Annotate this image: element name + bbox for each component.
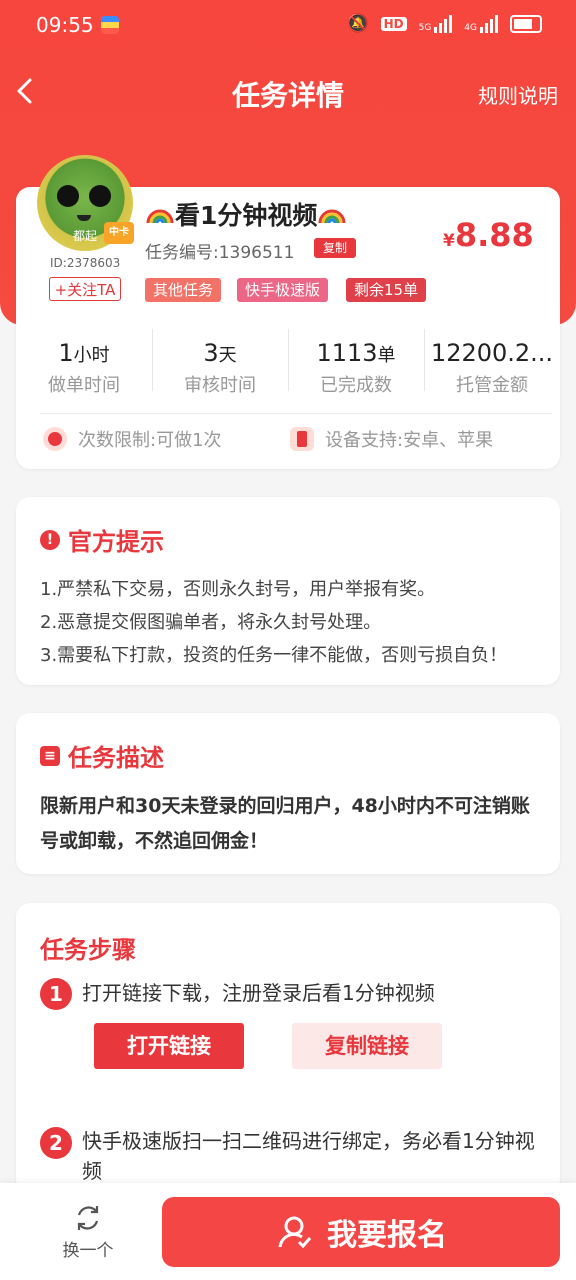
- task-stats: 1小时 做单时间 3天 审核时间 1113单 已完成数 12200.2... 托…: [16, 325, 560, 405]
- stat-escrow-amount: 12200.2... 托管金额: [424, 325, 560, 405]
- task-description-text: 限新用户和30天未登录的回归用户，48小时内不可注销账号或卸载，不然追回佣金！: [40, 795, 530, 852]
- avatar-mouth: [77, 215, 91, 221]
- user-check-icon: [278, 1216, 312, 1249]
- status-bar: 09:55 🔕 HD 5G 4G: [0, 0, 576, 52]
- official-tips-title: ! 官方提示: [40, 522, 164, 557]
- stat-completed: 1113单 已完成数: [288, 325, 424, 405]
- task-steps-title: 任务步骤: [40, 936, 136, 964]
- refresh-icon: [73, 1203, 103, 1233]
- stat-label: 做单时间: [48, 375, 120, 396]
- category-tag: 其他任务: [145, 278, 222, 302]
- tip-item: 2.恶意提交假图骗单者，将永久封号处理。: [40, 612, 382, 633]
- stat-unit: 天: [218, 345, 237, 366]
- device-support-text: 设备支持:安卓、苹果: [325, 430, 494, 451]
- stat-review-time: 3天 审核时间: [152, 325, 288, 405]
- task-title-text: 看1分钟视频: [175, 201, 318, 230]
- net-label-4g: 4G: [464, 23, 477, 33]
- battery-icon: [510, 15, 542, 33]
- price-currency: ¥: [443, 231, 455, 251]
- signal-5g-icon: 5G: [419, 15, 453, 33]
- stat-label: 审核时间: [184, 375, 256, 396]
- step-text: 打开链接下载，注册登录后看1分钟视频: [82, 981, 435, 1005]
- official-tips-list: 1.严禁私下交易，否则永久封号，用户举报有奖。 2.恶意提交假图骗单者，将永久封…: [40, 573, 507, 672]
- platform-tag: 快手极速版: [237, 278, 329, 302]
- avatar-tag: 都起: [73, 229, 98, 243]
- stat-unit: 单: [377, 345, 396, 366]
- stat-unit: 小时: [73, 345, 110, 366]
- stat-value: 12200.2...: [430, 339, 554, 367]
- stat-label: 托管金额: [456, 375, 528, 396]
- app-notification-icon: [101, 16, 119, 34]
- avatar-eye: [89, 185, 111, 207]
- count-limit: 次数限制:可做1次: [43, 426, 222, 452]
- stat-work-time: 1小时 做单时间: [16, 325, 152, 405]
- stat-value: 3: [203, 339, 219, 367]
- rainbow-icon: [318, 209, 346, 224]
- task-description-title: ≡ 任务描述: [40, 738, 164, 773]
- user-id: ID:2378603: [50, 256, 121, 270]
- mute-icon: 🔕: [346, 13, 369, 34]
- copy-link-button[interactable]: 复制链接: [292, 1023, 442, 1069]
- follow-button[interactable]: +关注TA: [49, 277, 121, 301]
- open-link-button[interactable]: 打开链接: [94, 1023, 244, 1069]
- step-number: 2: [40, 1127, 72, 1159]
- tip-item: 3.需要私下打款，投资的任务一律不能做，否则亏损自负！: [40, 645, 508, 666]
- rules-link[interactable]: 规则说明: [478, 80, 558, 109]
- rainbow-icon: [146, 209, 174, 224]
- phone-icon: [290, 427, 314, 451]
- task-number: 任务编号:1396511: [145, 243, 295, 263]
- signal-4g-icon: 4G: [464, 15, 498, 33]
- divider: [40, 413, 552, 414]
- step-text: 快手极速版扫一扫二维码进行绑定，务必看1分钟视频: [82, 1129, 535, 1183]
- stat-value: 1113: [316, 339, 378, 367]
- signup-label: 我要报名: [327, 1218, 447, 1253]
- alert-icon: !: [40, 529, 60, 550]
- net-label-5g: 5G: [418, 23, 432, 33]
- clock-icon: [43, 427, 67, 451]
- status-time: 09:55: [36, 13, 94, 37]
- stat-value: 1: [58, 339, 74, 367]
- price-amount: 8.88: [454, 216, 534, 254]
- task-description-title-text: 任务描述: [68, 744, 164, 772]
- step-number: 1: [40, 978, 72, 1010]
- crown-badge-icon: 中卡: [104, 222, 134, 244]
- document-icon: ≡: [40, 745, 60, 766]
- task-title: 看1分钟视频: [145, 196, 347, 232]
- signup-button[interactable]: 我要报名: [162, 1197, 560, 1267]
- remaining-tag: 剩余15单: [346, 278, 427, 302]
- swap-label: 换一个: [62, 1241, 114, 1261]
- task-price: ¥8.88: [443, 216, 534, 254]
- stat-label: 已完成数: [320, 375, 392, 396]
- official-tips-title-text: 官方提示: [68, 528, 164, 556]
- avatar-eye: [57, 185, 79, 207]
- count-limit-text: 次数限制:可做1次: [78, 430, 222, 451]
- device-support: 设备支持:安卓、苹果: [290, 426, 493, 452]
- tip-item: 1.严禁私下交易，否则永久封号，用户举报有奖。: [40, 579, 436, 600]
- swap-button[interactable]: 换一个: [50, 1203, 126, 1261]
- hd-icon: HD: [380, 17, 407, 31]
- copy-task-number-button[interactable]: 复制: [314, 238, 356, 258]
